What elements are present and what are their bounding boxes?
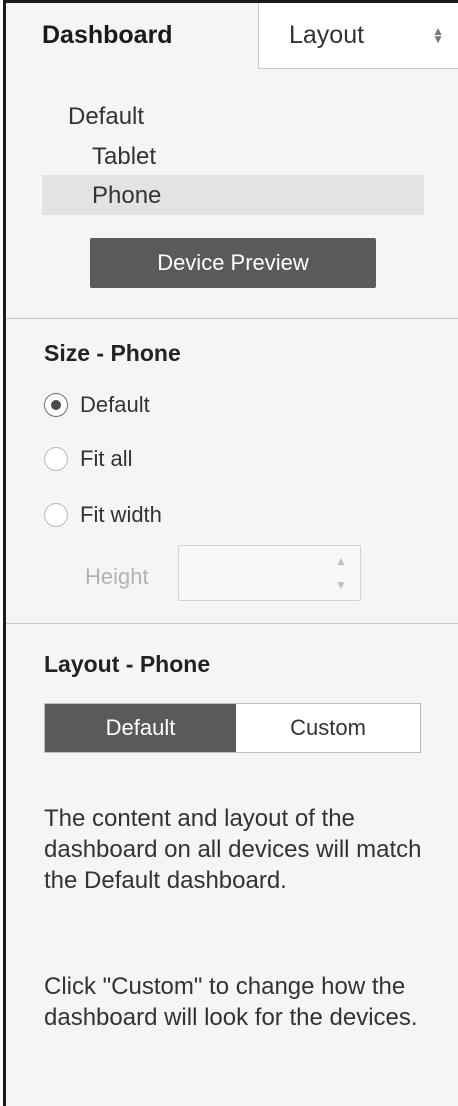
size-option-fit-all[interactable]: Fit all — [44, 444, 133, 474]
device-preview-button[interactable]: Device Preview — [90, 238, 376, 288]
panel-tabs: Dashboard Layout ▲ ▼ — [6, 3, 458, 69]
layout-segmented-control: Default Custom — [44, 703, 421, 753]
device-item-phone: Phone — [92, 182, 162, 209]
layout-description: The content and layout of the dashboard … — [44, 805, 422, 894]
size-section-title: Size - Phone — [44, 340, 181, 366]
dashboard-side-panel: Dashboard Layout ▲ ▼ Default Tablet Phone… — [3, 0, 458, 1106]
section-divider — [6, 318, 458, 319]
segment-default[interactable]: Default — [45, 704, 236, 752]
device-item-default[interactable]: Default — [68, 103, 144, 131]
size-option-fit-width[interactable]: Fit width — [44, 500, 162, 530]
height-label: Height — [85, 564, 149, 589]
radio-button[interactable] — [44, 503, 68, 527]
up-down-arrow-icon[interactable]: ▲ ▼ — [432, 25, 444, 45]
radio-button-checked[interactable] — [44, 393, 68, 417]
radio-button[interactable] — [44, 447, 68, 471]
size-option-label: Fit width — [80, 502, 162, 527]
tab-layout[interactable]: Layout ▲ ▼ — [258, 3, 458, 69]
tab-dashboard-label: Dashboard — [42, 21, 173, 49]
size-option-label: Fit all — [80, 446, 133, 471]
radio-dot — [51, 400, 61, 410]
height-input[interactable]: ▲ ▼ — [178, 545, 361, 601]
section-divider — [6, 623, 458, 624]
segment-custom[interactable]: Custom — [236, 704, 420, 752]
tab-layout-label: Layout — [289, 21, 365, 49]
layout-section-title: Layout - Phone — [44, 651, 211, 677]
size-option-default[interactable]: Default — [44, 390, 150, 420]
tab-dashboard[interactable]: Dashboard — [6, 3, 258, 69]
device-item-tablet[interactable]: Tablet — [92, 143, 156, 171]
layout-hint: Click "Custom" to change how the dashboa… — [44, 973, 418, 1031]
stepper-icon[interactable]: ▲ ▼ — [334, 555, 348, 591]
device-item-phone-row[interactable]: Phone — [42, 175, 424, 215]
size-option-label: Default — [80, 392, 150, 417]
